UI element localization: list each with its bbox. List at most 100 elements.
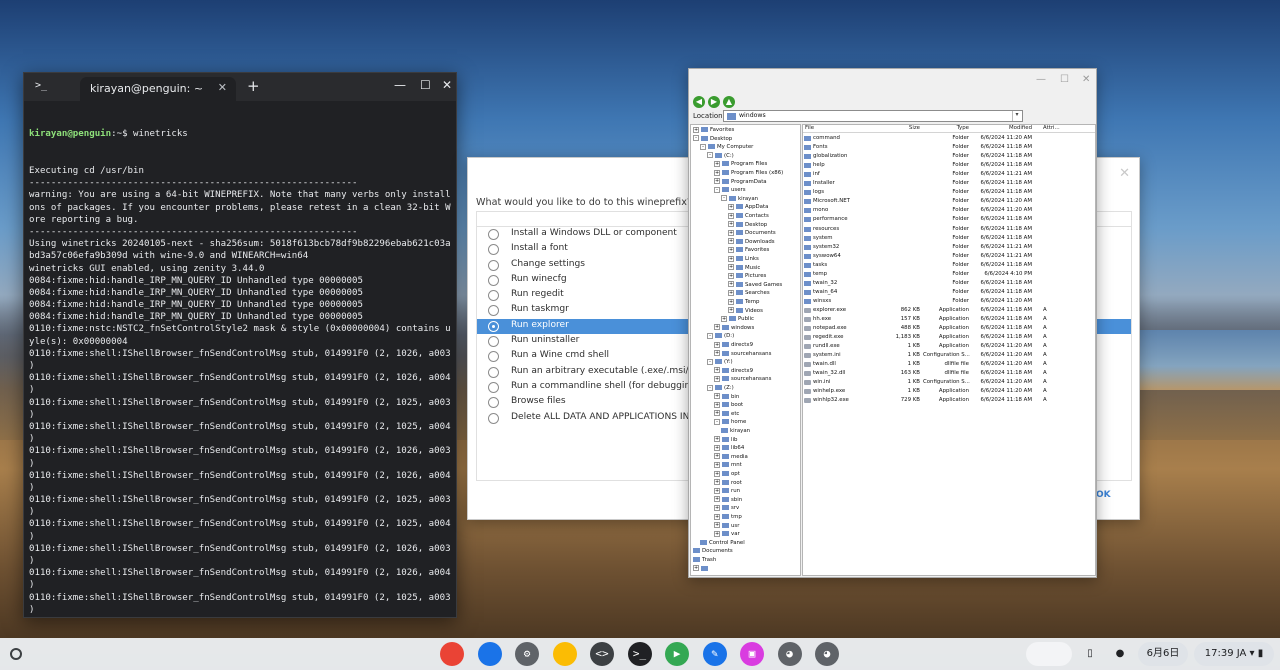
file-row[interactable]: command Folder 6/6/2024 11:20 AM — [803, 134, 1095, 143]
expand-icon[interactable]: + — [728, 246, 734, 253]
close-tab-icon[interactable]: ✕ — [218, 81, 227, 94]
file-row[interactable]: temp Folder 6/6/2024 4:10 PM — [803, 270, 1095, 279]
expand-icon[interactable]: + — [728, 221, 734, 228]
close-icon[interactable]: ✕ — [1119, 166, 1130, 181]
expand-icon[interactable]: + — [728, 272, 734, 279]
expand-icon[interactable]: + — [714, 453, 720, 460]
collapse-icon[interactable]: - — [707, 384, 713, 391]
wine-app-icon[interactable]: ✎ — [702, 642, 727, 666]
expand-icon[interactable]: + — [714, 436, 720, 443]
date-pill[interactable]: 6月6日 — [1138, 642, 1188, 666]
file-row[interactable]: regedit.exe 1,183 KB Application 6/6/2024 1… — [803, 333, 1095, 342]
back-arrow-icon[interactable]: ◀ — [693, 96, 705, 108]
minimize-icon[interactable]: — — [394, 78, 406, 92]
column-size[interactable]: Size — [887, 125, 920, 131]
column-type[interactable]: Type — [923, 125, 969, 131]
close-icon[interactable]: ✕ — [1082, 74, 1090, 85]
maximize-icon[interactable]: ☐ — [1060, 74, 1069, 85]
radio-button[interactable] — [488, 229, 499, 240]
linux-penguin-icon[interactable]: ◕ — [777, 642, 802, 666]
collapse-icon[interactable]: - — [714, 186, 720, 193]
expand-icon[interactable]: + — [714, 479, 720, 486]
file-row[interactable]: hh.exe 157 KB Application 6/6/2024 11:18 AM… — [803, 315, 1095, 324]
close-window-icon[interactable]: ✕ — [442, 78, 452, 92]
radio-button[interactable] — [488, 336, 499, 348]
radio-button[interactable] — [488, 397, 499, 409]
expand-icon[interactable]: + — [728, 281, 734, 288]
column-attributes[interactable]: Attri... — [1043, 125, 1060, 131]
file-row[interactable]: explorer.exe 862 KB Application 6/6/2024 11… — [803, 306, 1095, 315]
expand-icon[interactable]: + — [693, 126, 699, 133]
expand-icon[interactable]: + — [714, 444, 720, 451]
terminal-tab[interactable]: kirayan@penguin: ~ ✕ — [80, 77, 236, 101]
radio-button[interactable] — [488, 351, 499, 363]
file-row[interactable]: syswow64 Folder 6/6/2024 11:21 AM — [803, 252, 1095, 261]
terminal-window[interactable]: >_ kirayan@penguin: ~ ✕ + — ☐ ✕ kirayan@… — [23, 72, 457, 618]
photos-icon[interactable] — [552, 642, 577, 666]
expand-icon[interactable]: + — [714, 487, 720, 494]
settings-icon[interactable]: ⚙ — [515, 642, 539, 666]
file-row[interactable]: system.ini 1 KB Configuration S... 6/6/2024… — [803, 351, 1095, 360]
expand-icon[interactable]: + — [714, 341, 720, 348]
radio-button[interactable] — [488, 274, 499, 286]
expand-icon[interactable]: + — [714, 410, 720, 417]
radio-button[interactable] — [488, 412, 499, 424]
expand-icon[interactable]: + — [728, 238, 734, 245]
expand-icon[interactable]: + — [728, 307, 734, 314]
expand-icon[interactable]: + — [714, 522, 720, 529]
file-row[interactable]: twain_64 Folder 6/6/2024 11:18 AM — [803, 288, 1095, 297]
location-combobox[interactable]: windows ▾ — [723, 110, 1023, 122]
expand-icon[interactable]: + — [728, 289, 734, 296]
up-arrow-icon[interactable]: ▲ — [723, 96, 735, 108]
expand-icon[interactable]: + — [714, 504, 720, 511]
column-file[interactable]: File — [805, 125, 814, 131]
file-row[interactable]: tasks Folder 6/6/2024 11:18 AM — [803, 261, 1095, 270]
radio-button[interactable] — [488, 259, 499, 271]
chrome-icon[interactable] — [440, 642, 464, 666]
radio-button[interactable] — [488, 244, 499, 256]
forward-arrow-icon[interactable]: ▶ — [708, 96, 720, 108]
file-list[interactable]: File Size Type Modified Attri... command… — [802, 124, 1096, 576]
file-row[interactable]: resources Folder 6/6/2024 11:18 AM — [803, 225, 1095, 234]
file-row[interactable]: twain_32.dll 163 KB dllfile file 6/6/2024 1… — [803, 369, 1095, 378]
file-row[interactable]: inf Folder 6/6/2024 11:21 AM — [803, 170, 1095, 179]
launcher-icon[interactable] — [10, 648, 22, 660]
expand-icon[interactable]: + — [728, 212, 734, 219]
expand-icon[interactable]: + — [721, 315, 727, 322]
files-icon[interactable] — [477, 642, 502, 666]
expand-icon[interactable]: + — [714, 513, 720, 520]
collapse-icon[interactable]: - — [714, 418, 720, 425]
play-store-icon[interactable]: ▶ — [665, 642, 689, 666]
file-row[interactable]: mono Folder 6/6/2024 11:20 AM — [803, 206, 1095, 215]
collapse-icon[interactable]: - — [707, 358, 713, 365]
file-row[interactable]: logs Folder 6/6/2024 11:18 AM — [803, 188, 1095, 197]
file-row[interactable]: twain.dll 1 KB dllfile file 6/6/2024 11:20 … — [803, 360, 1095, 369]
file-row[interactable]: twain_32 Folder 6/6/2024 11:18 AM — [803, 279, 1095, 288]
radio-button[interactable] — [488, 290, 499, 302]
collapse-icon[interactable]: - — [693, 135, 699, 142]
folder-tree[interactable]: + Favorites - Desktop - My Computer - (C:) + Prog… — [690, 124, 801, 576]
file-row[interactable]: rundll.exe 1 KB Application 6/6/2024 11:20 … — [803, 342, 1095, 351]
expand-icon[interactable]: + — [714, 470, 720, 477]
tree-item[interactable]: + — [693, 565, 710, 574]
collapse-icon[interactable]: - — [721, 195, 727, 202]
tray-holding-space[interactable] — [1026, 642, 1072, 666]
expand-icon[interactable]: + — [714, 160, 720, 167]
expand-icon[interactable]: + — [714, 496, 720, 503]
notification-icon[interactable]: ● — [1110, 642, 1130, 666]
radio-button[interactable] — [488, 305, 499, 317]
file-row[interactable]: help Folder 6/6/2024 11:18 AM — [803, 161, 1095, 170]
wine-explorer-window[interactable]: — ☐ ✕ ◀ ▶ ▲ Location: windows ▾ + Favorites… — [688, 68, 1097, 578]
collapse-icon[interactable]: - — [707, 332, 713, 339]
collapse-icon[interactable]: - — [707, 152, 713, 159]
expand-icon[interactable]: + — [714, 324, 720, 331]
file-row[interactable]: performance Folder 6/6/2024 11:18 AM — [803, 215, 1095, 224]
expand-icon[interactable]: + — [714, 530, 720, 537]
ok-button[interactable]: OK — [1096, 490, 1111, 500]
terminal-output[interactable]: kirayan@penguin:~$ winetricks Executing … — [24, 101, 456, 617]
status-area[interactable]: 17:39 JA ▾ ▮ — [1194, 642, 1274, 666]
phone-hub-icon[interactable]: ▯ — [1080, 642, 1100, 666]
minimize-icon[interactable]: — — [1036, 74, 1046, 85]
file-row[interactable]: win.ini 1 KB Configuration S... 6/6/2024 11… — [803, 378, 1095, 387]
expand-icon[interactable]: + — [714, 375, 720, 382]
